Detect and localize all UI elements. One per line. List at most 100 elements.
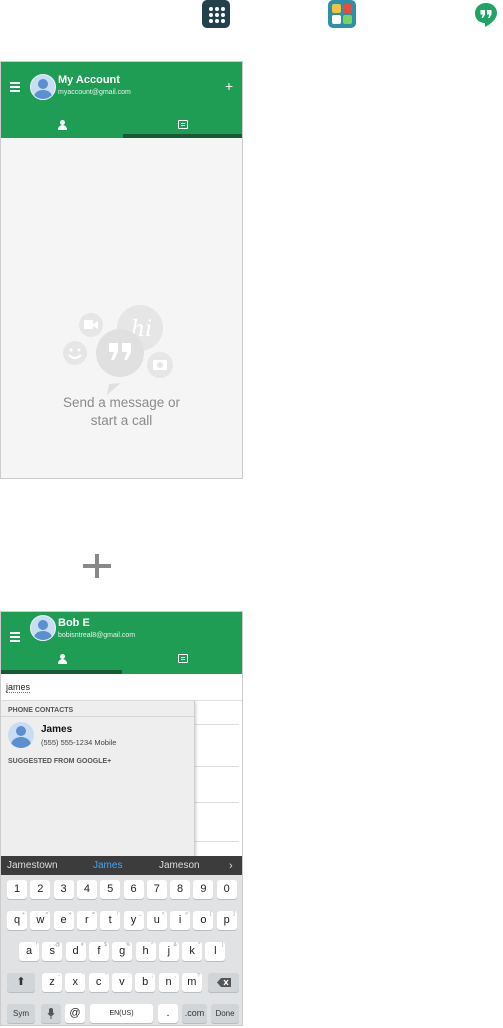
period-key[interactable]: .: [158, 1004, 178, 1023]
key-k[interactable]: k *: [182, 942, 203, 961]
key-v-alt: :: [128, 973, 130, 979]
tab-contacts[interactable]: [58, 654, 67, 664]
key-p[interactable]: p]: [216, 911, 237, 930]
tab-conversations[interactable]: [178, 120, 188, 129]
avatar[interactable]: [30, 615, 56, 641]
key-a[interactable]: a!: [19, 942, 39, 961]
tab-conversations[interactable]: [178, 654, 188, 663]
key-s[interactable]: s @: [42, 942, 63, 961]
key-1[interactable]: 1: [7, 880, 27, 899]
suggestion-more-icon[interactable]: ›: [229, 860, 233, 872]
key-z-alt: -: [58, 973, 60, 979]
key-5-label: 5: [107, 883, 114, 895]
shift-icon: ⬆: [16, 976, 26, 988]
key-h-alt: ^: [151, 942, 154, 948]
key-v[interactable]: v:: [111, 973, 132, 992]
key-t[interactable]: t /: [100, 911, 121, 930]
key-g[interactable]: g%: [112, 942, 133, 961]
com-key[interactable]: .com: [182, 1004, 207, 1023]
menu-icon[interactable]: [10, 82, 20, 94]
key-b[interactable]: b;: [135, 973, 156, 992]
apps-icon[interactable]: [202, 0, 230, 28]
key-n-alt: ,: [175, 973, 177, 979]
app-folder-icon[interactable]: [328, 0, 356, 28]
account-name: My Account: [58, 74, 120, 86]
key-5[interactable]: 5: [100, 880, 121, 899]
key-8[interactable]: 8: [170, 880, 191, 899]
key-c[interactable]: c ": [88, 973, 109, 992]
search-input[interactable]: james: [6, 682, 31, 693]
avatar[interactable]: [30, 74, 56, 100]
tab-contacts[interactable]: [58, 120, 67, 130]
key-w-label: w: [36, 914, 45, 926]
key-w-alt: ×: [45, 911, 49, 917]
contact-result[interactable]: James (555) 555-1234 Mobile: [1, 717, 194, 753]
key-r[interactable]: r =: [76, 911, 97, 930]
key-i-alt: >: [185, 911, 189, 917]
key-f-label: f: [97, 945, 101, 957]
sym-key[interactable]: Sym: [7, 1004, 35, 1023]
search-row[interactable]: james: [1, 674, 242, 701]
key-m[interactable]: m?: [181, 973, 202, 992]
hangouts-icon[interactable]: [474, 2, 498, 28]
space-key[interactable]: EN(US): [90, 1004, 153, 1023]
key-4[interactable]: 4: [76, 880, 97, 899]
key-x-label: x: [72, 976, 79, 988]
add-icon[interactable]: +: [225, 78, 233, 94]
key-o[interactable]: o[: [193, 911, 214, 930]
key-e[interactable]: e ÷: [53, 911, 74, 930]
key-w[interactable]: w ×: [30, 911, 51, 930]
menu-icon[interactable]: [10, 632, 20, 644]
key-p-label: p: [223, 914, 230, 926]
tab-bar: [1, 646, 242, 674]
key-s-label: s: [49, 945, 56, 957]
key-y[interactable]: y _: [123, 911, 144, 930]
key-u[interactable]: u <: [146, 911, 167, 930]
phone-contacts-header: PHONE CONTACTS: [8, 707, 74, 714]
key-n[interactable]: n,: [158, 973, 179, 992]
backspace-key[interactable]: [208, 973, 239, 992]
apps-dot: [209, 13, 213, 17]
key-g-label: g: [119, 945, 126, 957]
key-c-alt: ": [104, 973, 107, 979]
key-3[interactable]: 3: [53, 880, 74, 899]
key-x-alt: ': [82, 973, 84, 979]
key-x[interactable]: x ': [65, 973, 86, 992]
at-key[interactable]: @: [65, 1004, 85, 1023]
key-l-alt: (: [221, 942, 224, 948]
key-e-label: e: [60, 914, 67, 926]
key-6[interactable]: 6: [123, 880, 144, 899]
key-m-label: m: [187, 976, 197, 988]
key-i[interactable]: i >: [170, 911, 191, 930]
key-f-alt: $: [104, 942, 107, 948]
key-h[interactable]: h ^: [135, 942, 156, 961]
key-j[interactable]: j &: [158, 942, 179, 961]
key-2[interactable]: 2: [30, 880, 51, 899]
plus-icon: [81, 554, 113, 578]
key-7[interactable]: 7: [146, 880, 167, 899]
empty-line-2: start a call: [90, 413, 153, 428]
done-key[interactable]: Done: [211, 1004, 239, 1023]
key-q[interactable]: q +: [7, 911, 27, 930]
key-8-label: 8: [177, 883, 184, 895]
key-n-label: n: [165, 976, 172, 988]
key-1-label: 1: [13, 883, 21, 895]
hangouts-screen-empty: My Account myaccount@gmail.com + hi Send…: [0, 61, 243, 479]
suggestion-1[interactable]: Jamestown: [7, 860, 58, 871]
key-l[interactable]: l(: [205, 942, 226, 961]
shift-key[interactable]: ⬆: [7, 973, 35, 992]
key-t-alt: /: [116, 911, 119, 917]
key-0[interactable]: 0: [216, 880, 237, 899]
key-9[interactable]: 9: [193, 880, 214, 899]
suggestion-3[interactable]: Jameson: [159, 860, 200, 871]
key-t-label: t: [108, 914, 112, 926]
key-z[interactable]: z-: [42, 973, 62, 992]
key-k-label: k: [189, 945, 195, 957]
apps-dot: [215, 13, 219, 17]
suggestion-2[interactable]: James: [93, 860, 122, 871]
key-r-alt: =: [91, 911, 95, 917]
key-d-alt: #: [80, 942, 84, 948]
key-f[interactable]: f $: [88, 942, 109, 961]
mic-key[interactable]: [41, 1004, 61, 1023]
key-d[interactable]: d #: [65, 942, 86, 961]
